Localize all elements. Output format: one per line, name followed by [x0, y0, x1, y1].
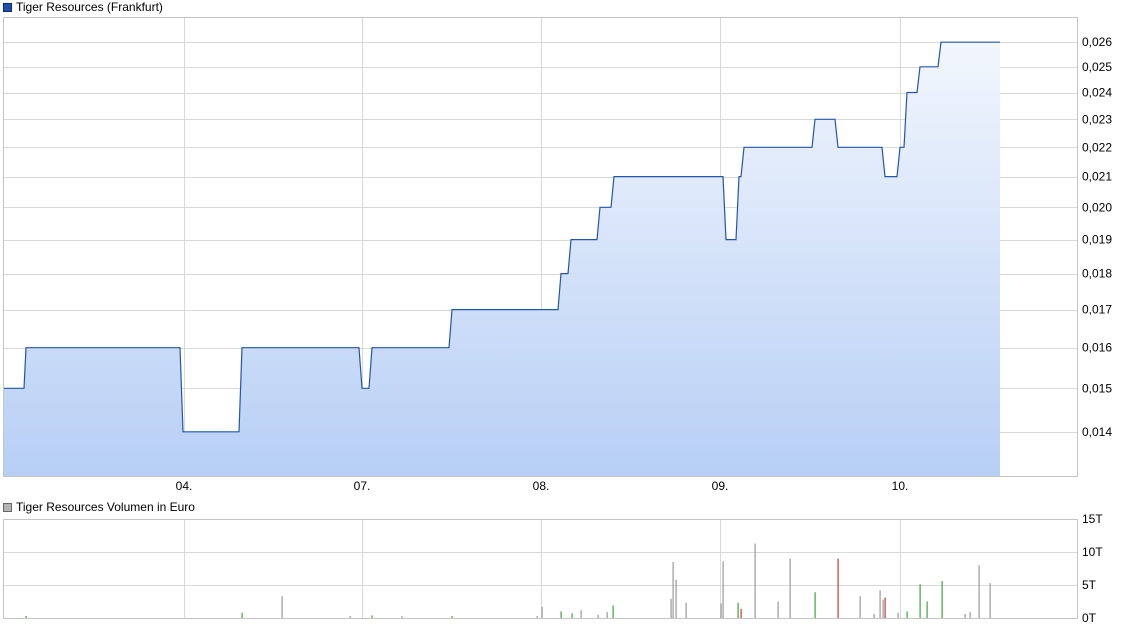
volume-y-tick-label: 15T [1082, 512, 1103, 526]
volume-bar [451, 616, 453, 618]
price-x-tick-label: 10. [892, 479, 909, 493]
volume-bar [670, 598, 672, 618]
price-y-tick-label: 0,023 [1082, 112, 1112, 126]
volume-bar [859, 596, 861, 618]
volume-bar [969, 612, 971, 618]
volume-bar [560, 611, 562, 618]
price-y-tick-label: 0,026 [1082, 35, 1112, 49]
price-y-tick-label: 0,025 [1082, 60, 1112, 74]
volume-bar [612, 605, 614, 618]
price-y-tick-label: 0,024 [1082, 86, 1112, 100]
volume-y-tick-label: 10T [1082, 545, 1103, 559]
volume-plot-frame [3, 519, 1078, 619]
volume-bar [281, 596, 283, 618]
volume-bar [837, 558, 839, 618]
volume-bar [720, 603, 722, 618]
volume-grid [3, 519, 1078, 619]
volume-bar [580, 610, 582, 618]
price-y-tick-label: 0,017 [1082, 303, 1112, 317]
volume-bar [978, 565, 980, 618]
price-x-axis: 04. 07. 08. 09. 10. [176, 479, 909, 493]
price-y-axis: 0,014 0,015 0,016 0,017 0,018 0,019 0,020 0,021… [1082, 35, 1112, 439]
volume-bar [873, 614, 875, 618]
price-y-tick-label: 0,021 [1082, 170, 1112, 184]
volume-bar [675, 579, 677, 618]
volume-bar [884, 597, 886, 618]
volume-bar [371, 615, 373, 618]
volume-bar [919, 584, 921, 618]
volume-bars [25, 543, 991, 618]
price-y-tick-label: 0,019 [1082, 233, 1112, 247]
volume-bar [536, 616, 538, 618]
price-y-tick-label: 0,018 [1082, 267, 1112, 281]
price-y-tick-label: 0,022 [1082, 140, 1112, 154]
volume-bar [777, 601, 779, 618]
volume-y-axis: 0T 5T 10T 15T [1082, 512, 1103, 625]
volume-bar [941, 581, 943, 618]
volume-frame-border [3, 519, 1078, 619]
volume-bar [597, 614, 599, 618]
price-area-fill [3, 42, 1000, 476]
volume-bar [882, 599, 884, 618]
price-y-tick-label: 0,016 [1082, 341, 1112, 355]
volume-y-tick-label: 0T [1082, 611, 1097, 625]
volume-bar [789, 558, 791, 618]
volume-bar [401, 616, 403, 618]
price-x-tick-label: 09. [712, 479, 729, 493]
volume-bar [814, 592, 816, 618]
price-y-tick-label: 0,015 [1082, 381, 1112, 395]
volume-bar [722, 561, 724, 618]
volume-bar [606, 612, 608, 618]
volume-bar [964, 614, 966, 618]
stock-chart: 0,014 0,015 0,016 0,017 0,018 0,019 0,020 0,021… [3, 17, 1112, 625]
price-x-tick-label: 07. [354, 479, 371, 493]
volume-bar [989, 583, 991, 618]
volume-bar [672, 561, 674, 618]
volume-bar [879, 590, 881, 618]
volume-bar [737, 602, 739, 618]
volume-bar [241, 612, 243, 618]
volume-bar [685, 602, 687, 618]
price-y-tick-label: 0,014 [1082, 425, 1112, 439]
price-x-tick-label: 08. [533, 479, 550, 493]
volume-bar [571, 613, 573, 618]
price-x-tick-label: 04. [176, 479, 193, 493]
volume-bar [926, 601, 928, 618]
volume-bar [25, 616, 27, 618]
volume-bar [349, 616, 351, 618]
volume-bar [541, 606, 543, 618]
volume-bar [897, 612, 899, 618]
volume-bar [740, 608, 742, 618]
volume-bar [754, 543, 756, 618]
volume-bar [906, 611, 908, 618]
price-y-tick-label: 0,020 [1082, 200, 1112, 214]
volume-y-tick-label: 5T [1082, 578, 1097, 592]
